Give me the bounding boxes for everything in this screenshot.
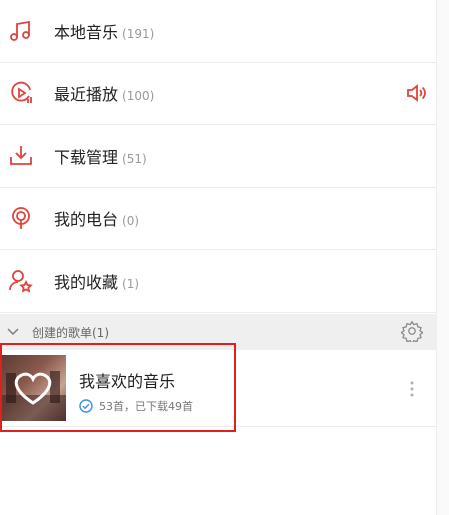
menu-list: 本地音乐 (191) 最近播放 (100) 下载管理 (51) 我的电台 (0) 我的收…	[0, 0, 437, 313]
playlist-cover	[0, 355, 66, 421]
speaker-icon[interactable]	[405, 82, 427, 104]
music-note-icon	[10, 20, 30, 41]
playlist-subtitle: 53首，已下载49首	[99, 400, 193, 413]
gear-icon[interactable]	[401, 320, 423, 342]
check-circle-icon	[79, 399, 93, 413]
menu-item-label: 我的收藏	[54, 272, 119, 292]
menu-item-count: (100)	[122, 89, 155, 104]
download-icon	[10, 145, 32, 165]
menu-item-my-radio[interactable]: 我的电台 (0)	[0, 188, 437, 250]
menu-item-label: 我的电台	[54, 210, 119, 230]
section-title: 创建的歌单(1)	[32, 326, 109, 340]
playlist-item-liked-music[interactable]: 我喜欢的音乐 53首，已下载49首	[0, 350, 437, 427]
menu-item-local-music[interactable]: 本地音乐 (191)	[0, 0, 437, 63]
radio-icon	[12, 207, 30, 230]
menu-item-download-manager[interactable]: 下载管理 (51)	[0, 125, 437, 188]
menu-item-label: 下载管理	[54, 147, 119, 167]
created-playlists-header[interactable]: 创建的歌单(1)	[0, 314, 437, 350]
scroll-track	[436, 0, 449, 515]
menu-item-count: (0)	[122, 214, 140, 229]
menu-item-count: (191)	[122, 26, 155, 41]
menu-item-label: 本地音乐	[54, 22, 119, 42]
playlist-title: 我喜欢的音乐	[79, 372, 176, 391]
playlist-subtitle-row: 53首，已下载49首	[79, 398, 193, 414]
chevron-down-icon[interactable]	[6, 325, 20, 339]
recent-play-icon	[11, 81, 32, 104]
menu-item-count: (51)	[122, 151, 147, 166]
more-vertical-icon[interactable]	[409, 380, 415, 398]
menu-item-label: 最近播放	[54, 85, 119, 105]
menu-item-my-favorites[interactable]: 我的收藏 (1)	[0, 250, 437, 313]
menu-item-count: (1)	[122, 276, 140, 291]
user-star-icon	[9, 269, 33, 293]
menu-item-recent-play[interactable]: 最近播放 (100)	[0, 63, 437, 125]
